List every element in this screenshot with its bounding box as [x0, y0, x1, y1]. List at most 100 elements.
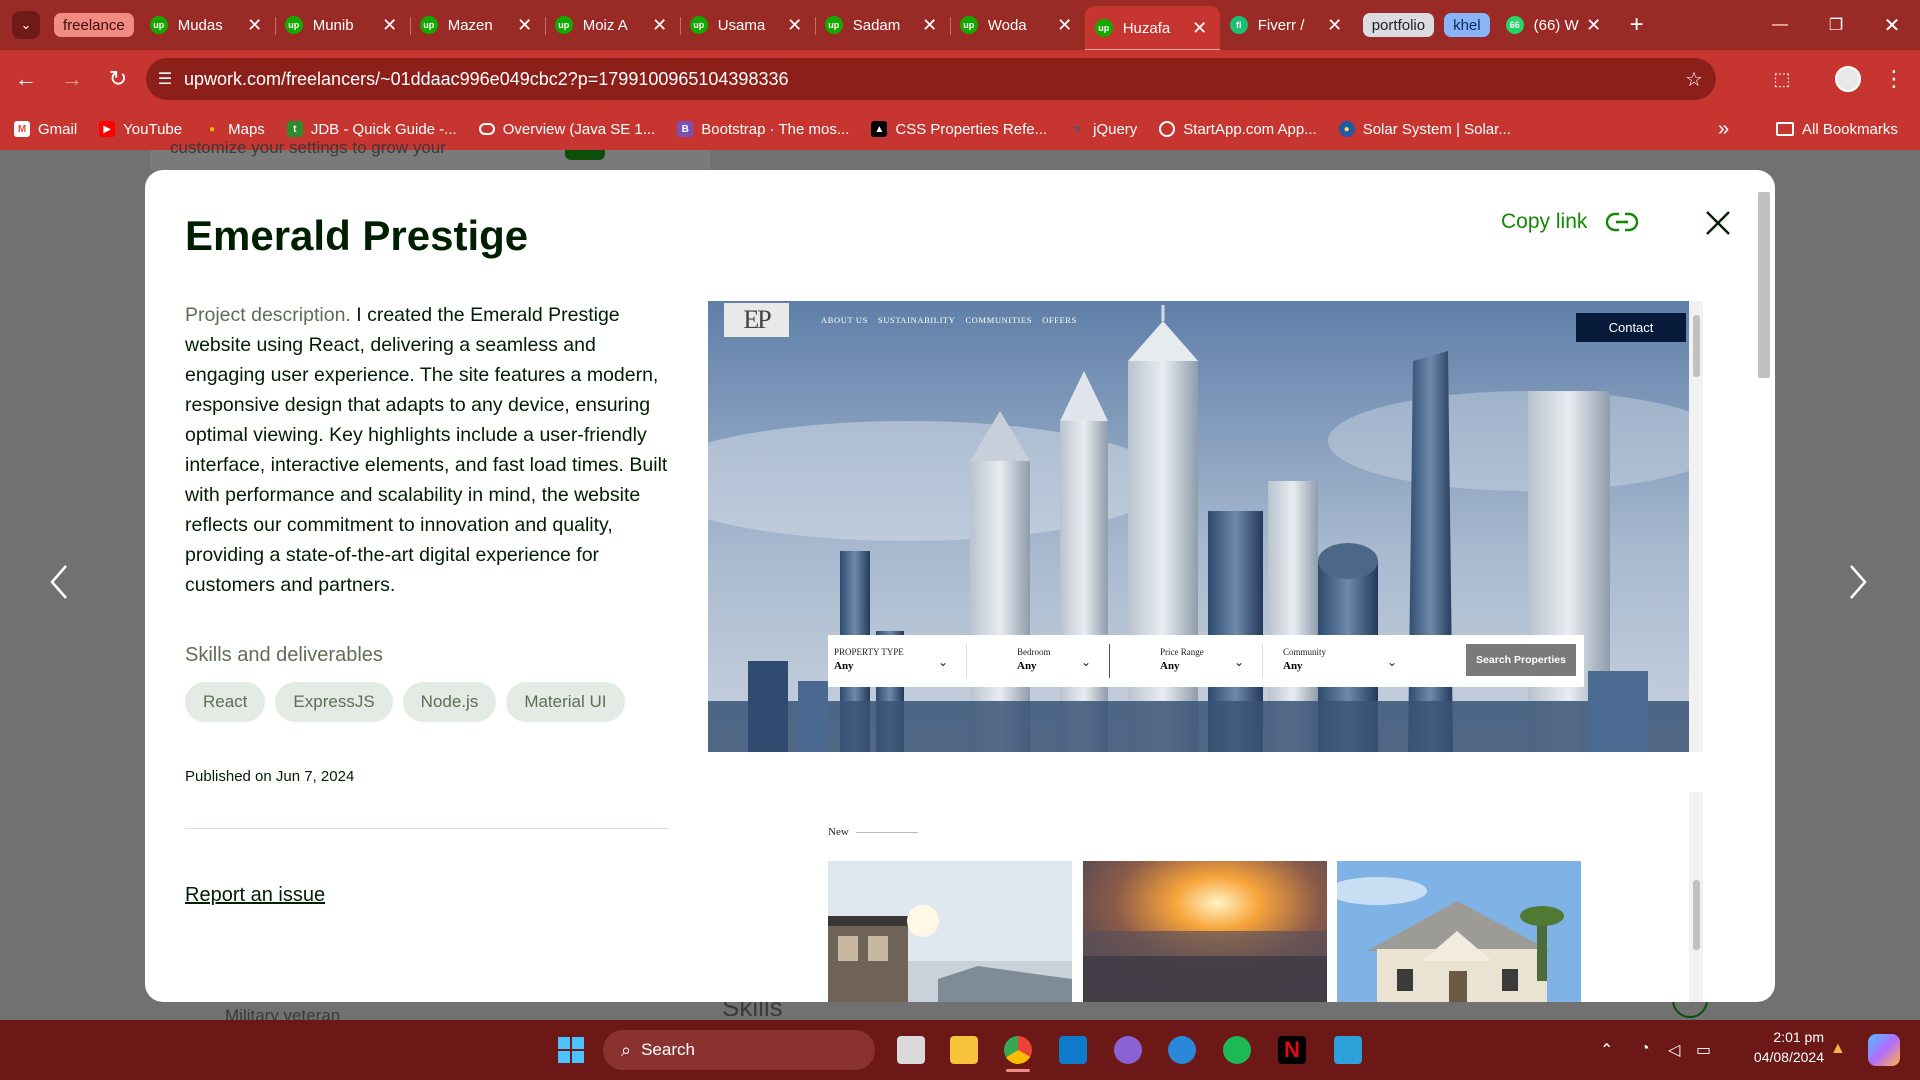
restore-button[interactable]: ❐ [1808, 0, 1864, 50]
close-icon[interactable]: ✕ [1055, 15, 1075, 36]
copilot-icon[interactable] [1868, 1034, 1900, 1066]
tab[interactable]: 66 (66) W ✕ [1496, 6, 1614, 44]
preview-filter: Bedroom Any ⌄ [967, 643, 1109, 679]
close-icon[interactable]: ✕ [515, 15, 535, 36]
forward-button[interactable]: → [52, 59, 92, 99]
browser-menu-button[interactable]: ⋮ [1874, 50, 1914, 108]
project-preview-hero[interactable]: EP ABOUT US SUSTAINABILITY COMMUNITIES O… [708, 301, 1703, 752]
bookmark-java[interactable]: Overview (Java SE 1... [478, 121, 655, 138]
url-text[interactable]: upwork.com/freelancers/~01ddaac996e049cb… [184, 69, 1672, 90]
bookmark-youtube[interactable]: ▶ YouTube [99, 121, 182, 138]
tab[interactable]: fi Fiverr / ✕ [1220, 6, 1355, 44]
sync-icon[interactable] [1168, 1036, 1196, 1064]
project-preview-listings[interactable]: New [708, 792, 1703, 1002]
close-icon[interactable]: ✕ [650, 15, 670, 36]
upwork-icon: up [554, 16, 573, 34]
bookmark-maps[interactable]: ● Maps [204, 121, 265, 138]
clock[interactable]: 2:01 pm 04/08/2024 [1734, 1027, 1824, 1067]
preview-scrollbar[interactable] [1689, 301, 1703, 752]
bookmark-bootstrap[interactable]: B Bootstrap · The mos... [677, 121, 849, 138]
all-bookmarks-button[interactable]: All Bookmarks [1776, 108, 1898, 150]
close-icon[interactable]: ✕ [245, 15, 265, 36]
bookmark-css[interactable]: ▲ CSS Properties Refe... [871, 121, 1047, 138]
bookmark-startapp[interactable]: StartApp.com App... [1159, 121, 1317, 138]
tab[interactable]: up Mazen ✕ [409, 6, 545, 44]
reload-button[interactable]: ↻ [98, 59, 138, 99]
notification-icon[interactable]: ▲ [1830, 1040, 1846, 1058]
bookmark-jquery[interactable]: ≈ jQuery [1069, 121, 1137, 138]
minimize-button[interactable]: — [1752, 0, 1808, 50]
spotify-icon[interactable] [1223, 1036, 1251, 1064]
upwork-icon: up [689, 16, 708, 34]
filter-label: Price Range [1160, 647, 1204, 657]
photos-icon[interactable] [1334, 1036, 1362, 1064]
close-icon[interactable]: ✕ [380, 15, 400, 36]
close-icon[interactable]: ✕ [1584, 15, 1604, 36]
address-bar[interactable]: ☰ upwork.com/freelancers/~01ddaac996e049… [146, 58, 1716, 100]
wifi-icon[interactable]: ◔ [1640, 1040, 1650, 1058]
extensions-button[interactable]: ⬚ [1762, 50, 1802, 108]
tab[interactable]: up Moiz A ✕ [544, 6, 680, 44]
tab-title: Sadam [852, 16, 901, 34]
netflix-icon[interactable]: N [1278, 1036, 1306, 1064]
bookmark-solar[interactable]: ● Solar System | Solar... [1338, 121, 1511, 138]
profile-button[interactable] [1828, 50, 1868, 108]
github-icon[interactable] [1114, 1036, 1142, 1064]
skill-chip[interactable]: Material UI [506, 682, 625, 722]
new-tab-button[interactable]: + [1630, 11, 1644, 39]
reload-icon: ↻ [108, 66, 128, 91]
bookmark-star-icon[interactable]: ☆ [1672, 67, 1716, 92]
task-view-icon[interactable] [897, 1036, 925, 1064]
report-issue-link[interactable]: Report an issue [185, 884, 325, 907]
tab[interactable]: up Woda ✕ [949, 6, 1085, 44]
preview-nav-item: ABOUT US [821, 315, 868, 325]
bookmark-jdb[interactable]: t JDB - Quick Guide -... [286, 121, 457, 138]
close-icon: ✕ [1883, 14, 1901, 37]
taskbar-search[interactable]: ⌕ Search [603, 1030, 875, 1070]
bookmarks-overflow-button[interactable]: » [1718, 108, 1729, 150]
close-window-button[interactable]: ✕ [1864, 0, 1920, 50]
file-explorer-icon[interactable] [950, 1036, 978, 1064]
skills-list: React ExpressJS Node.js Material UI [185, 682, 625, 722]
gmail-icon: M [14, 121, 30, 137]
skill-chip[interactable]: Node.js [402, 682, 497, 722]
tab[interactable]: up Sadam ✕ [814, 6, 950, 44]
tab-group-freelance[interactable]: freelance [54, 13, 134, 37]
startapp-icon [1159, 121, 1176, 137]
css-icon: ▲ [871, 121, 888, 137]
vscode-icon[interactable] [1059, 1036, 1087, 1064]
site-info-icon[interactable]: ☰ [146, 69, 184, 89]
back-button[interactable]: ← [6, 59, 46, 99]
active-indicator [1006, 1069, 1030, 1072]
modal-scrollbar[interactable] [1756, 188, 1770, 988]
chrome-icon[interactable] [1004, 1036, 1032, 1064]
next-arrow-icon[interactable] [1843, 560, 1873, 604]
description-text: I created the Emerald Prestige website u… [185, 304, 668, 596]
volume-muted-icon[interactable]: ◁ [1668, 1040, 1680, 1060]
close-icon[interactable]: ✕ [1325, 15, 1345, 36]
close-modal-icon[interactable] [1703, 208, 1733, 238]
skill-chip[interactable]: ExpressJS [275, 682, 393, 722]
restore-icon: ❐ [1828, 17, 1844, 34]
close-icon[interactable]: ✕ [785, 15, 805, 36]
tab-search-button[interactable]: ⌄ [12, 11, 40, 39]
copy-link-button[interactable]: Copy link [1501, 210, 1639, 234]
close-icon[interactable]: ✕ [1190, 18, 1210, 39]
windows-start-icon[interactable] [557, 1036, 585, 1064]
chevron-up-icon[interactable]: ⌃ [1600, 1040, 1613, 1060]
tab-active[interactable]: up Huzafa ✕ [1084, 6, 1220, 50]
preview-logo: EP [724, 303, 789, 337]
bookmark-gmail[interactable]: M Gmail [14, 121, 77, 138]
close-icon[interactable]: ✕ [920, 15, 940, 36]
tab[interactable]: up Mudas ✕ [140, 6, 275, 44]
previous-arrow-icon[interactable] [44, 560, 74, 604]
tab[interactable]: up Usama ✕ [679, 6, 815, 44]
upwork-icon: up [419, 16, 438, 34]
battery-icon[interactable]: ▭ [1696, 1040, 1711, 1060]
tab[interactable]: up Munib ✕ [274, 6, 410, 44]
upwork-icon: up [959, 16, 978, 34]
skill-chip[interactable]: React [185, 682, 266, 722]
tab-group-portfolio[interactable]: portfolio [1362, 13, 1435, 37]
tab-group-khel[interactable]: khel [1444, 13, 1490, 37]
preview-scrollbar[interactable] [1689, 792, 1703, 1002]
